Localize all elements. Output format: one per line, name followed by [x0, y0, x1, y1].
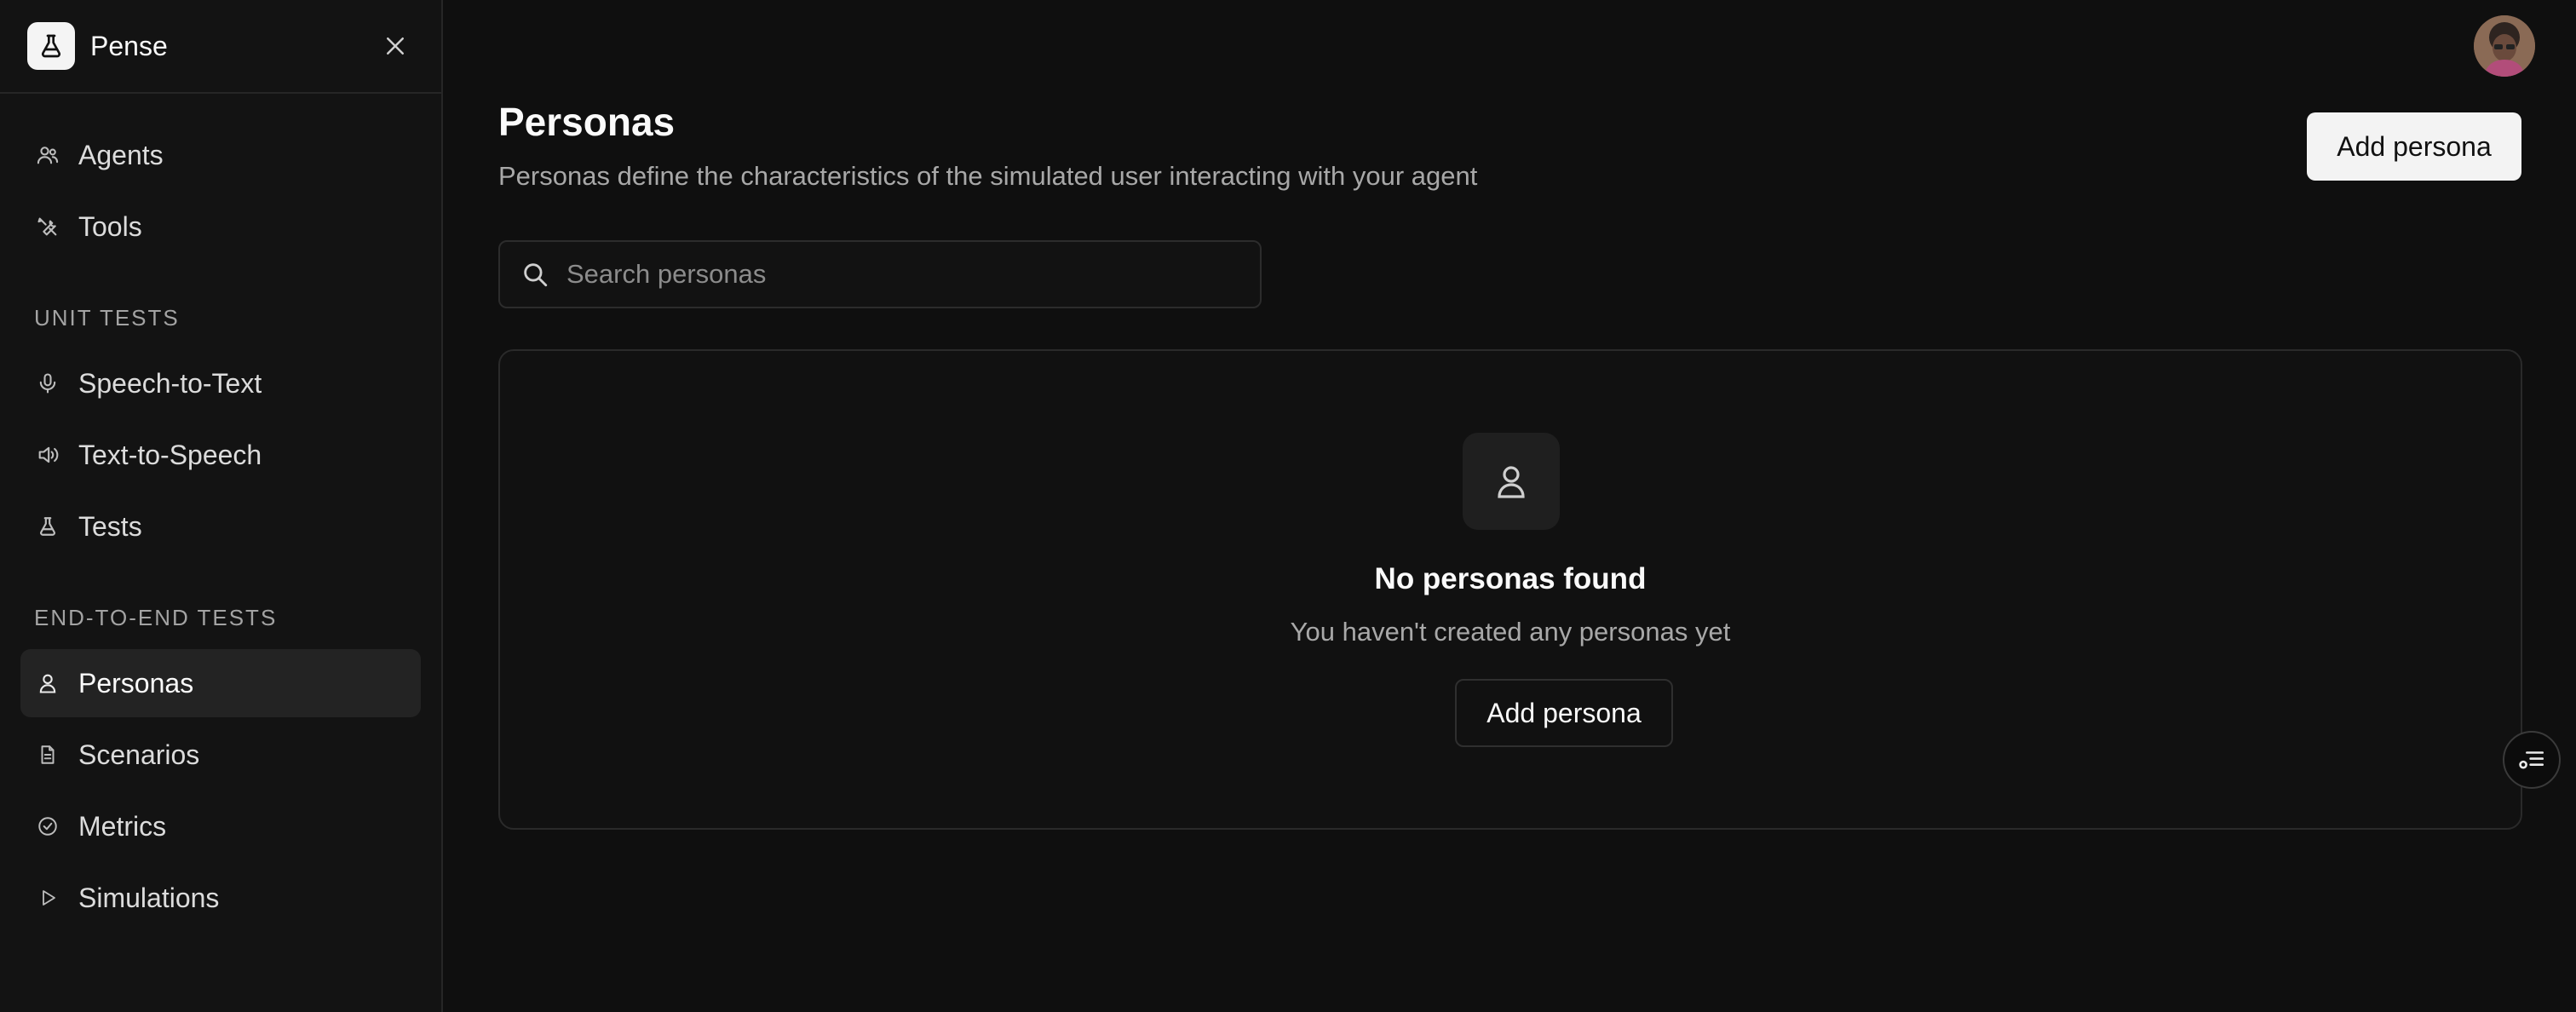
app-root: Pense Agents Tools UNIT TESTS Speech-to-… [0, 0, 2576, 1012]
sidebar-item-tools[interactable]: Tools [20, 193, 421, 261]
page-description: Personas define the characteristics of t… [498, 161, 1478, 191]
document-icon [34, 741, 61, 768]
close-icon [387, 37, 404, 55]
sidebar-item-speech-to-text[interactable]: Speech-to-Text [20, 349, 421, 417]
sidebar-item-label: Text-to-Speech [78, 439, 262, 470]
sidebar-item-label: Personas [78, 667, 194, 699]
sidebar-item-label: Tests [78, 510, 142, 542]
user-avatar[interactable] [2474, 15, 2535, 77]
check-circle-icon [34, 813, 61, 840]
sidebar-item-agents[interactable]: Agents [20, 121, 421, 189]
microphone-icon [34, 370, 61, 397]
page-title: Personas [498, 100, 676, 144]
sidebar-item-label: Agents [78, 139, 164, 170]
empty-state-subtitle: You haven't created any personas yet [1290, 617, 1731, 647]
sidebar-item-simulations[interactable]: Simulations [20, 864, 421, 932]
person-icon [34, 670, 61, 697]
play-icon [34, 884, 61, 911]
sidebar-item-label: Tools [78, 210, 142, 242]
sidebar-item-metrics[interactable]: Metrics [20, 792, 421, 860]
flask-icon [34, 513, 61, 540]
sidebar-item-tests[interactable]: Tests [20, 492, 421, 561]
sidebar-item-label: Metrics [78, 810, 167, 842]
users-icon [34, 141, 61, 169]
tools-icon [34, 213, 61, 240]
empty-state-icon-box [1463, 433, 1560, 530]
sidebar-item-label: Scenarios [78, 739, 200, 770]
search-icon [524, 263, 548, 287]
person-icon [1498, 466, 1525, 498]
close-sidebar-button[interactable] [377, 27, 414, 65]
floating-action-button[interactable] [2503, 731, 2561, 789]
main-content: Personas Personas define the characteris… [443, 0, 2576, 1012]
search-input[interactable] [566, 259, 1231, 290]
sidebar-item-personas[interactable]: Personas [20, 649, 421, 717]
sidebar-item-text-to-speech[interactable]: Text-to-Speech [20, 421, 421, 489]
empty-state-add-persona-button[interactable]: Add persona [1455, 679, 1673, 747]
sidebar-item-scenarios[interactable]: Scenarios [20, 721, 421, 789]
list-settings-icon [2519, 751, 2544, 769]
empty-state-card: No personas found You haven't created an… [498, 349, 2522, 830]
search-bar [498, 240, 1262, 308]
speaker-icon [34, 441, 61, 469]
sidebar-item-label: Simulations [78, 882, 220, 913]
section-label-end-to-end-tests: END-TO-END TESTS [34, 605, 278, 630]
sidebar-header: Pense [0, 0, 441, 94]
sidebar-item-label: Speech-to-Text [78, 367, 262, 399]
app-name: Pense [90, 30, 168, 61]
empty-state-title: No personas found [1374, 562, 1647, 595]
section-label-unit-tests: UNIT TESTS [34, 305, 180, 331]
sidebar: Pense Agents Tools UNIT TESTS Speech-to-… [0, 0, 443, 1012]
add-persona-button[interactable]: Add persona [2307, 112, 2521, 181]
flask-logo-icon[interactable] [27, 22, 75, 70]
